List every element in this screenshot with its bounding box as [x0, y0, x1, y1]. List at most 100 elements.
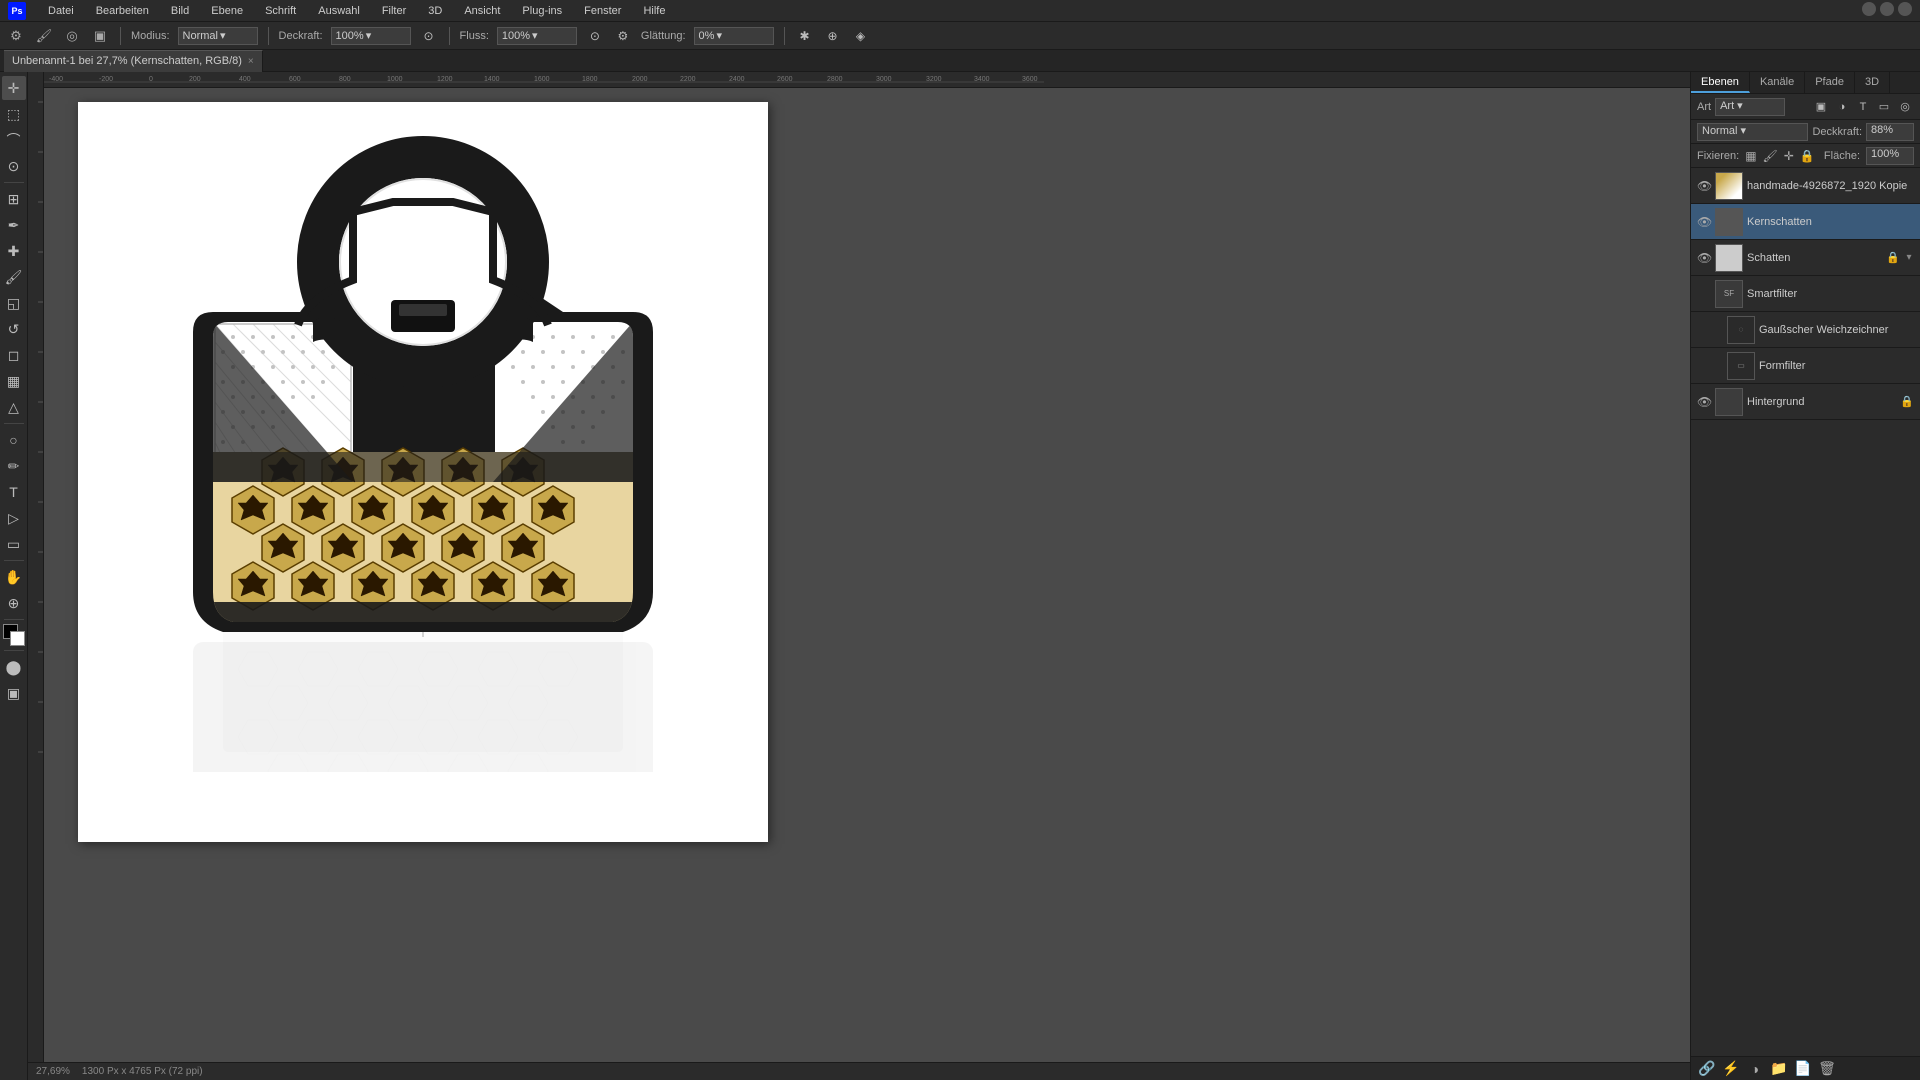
menu-auswahl[interactable]: Auswahl — [314, 3, 364, 19]
tab-pfade[interactable]: Pfade — [1805, 72, 1855, 93]
filter-shape-icon[interactable]: ▭ — [1875, 98, 1893, 116]
svg-text:2400: 2400 — [729, 76, 745, 83]
menu-fenster[interactable]: Fenster — [580, 3, 625, 19]
link-layers-button[interactable]: 🔗 — [1697, 1059, 1717, 1079]
quick-mask-tool[interactable]: ⬤ — [2, 655, 26, 679]
eye-icon-schatten[interactable]: 👁 — [1697, 251, 1711, 265]
menu-schrift[interactable]: Schrift — [261, 3, 300, 19]
tab-close-button[interactable]: × — [248, 56, 254, 67]
eraser-tool[interactable]: ◻ — [2, 343, 26, 367]
filter-pixel-icon[interactable]: ▣ — [1812, 98, 1830, 116]
brush-icon[interactable]: 🖌 — [34, 26, 54, 46]
layer-item-schatten[interactable]: 👁 Schatten 🔒 ▾ — [1691, 240, 1920, 276]
delete-layer-button[interactable]: 🗑 — [1817, 1059, 1837, 1079]
brush-size-icon[interactable]: ◎ — [62, 26, 82, 46]
flux-dropdown[interactable]: 100%▾ — [497, 27, 577, 45]
close-button[interactable] — [1898, 2, 1912, 16]
opacity-label: Deckkraft: — [1812, 126, 1862, 138]
new-layer-button[interactable]: 📄 — [1793, 1059, 1813, 1079]
dodge-tool[interactable]: ○ — [2, 428, 26, 452]
eye-icon-copy[interactable]: 👁 — [1697, 179, 1711, 193]
symmetry-icon[interactable]: ⊕ — [823, 26, 843, 46]
filter-type-icon[interactable]: T — [1854, 98, 1872, 116]
layer-name-smartfilter: Smartfilter — [1747, 288, 1914, 300]
thumb-kernschatten — [1715, 208, 1743, 236]
heal-tool[interactable]: ✚ — [2, 239, 26, 263]
eye-icon-hintergrund[interactable]: 👁 — [1697, 395, 1711, 409]
svg-text:600: 600 — [289, 76, 301, 83]
svg-text:2800: 2800 — [827, 76, 843, 83]
dither-dropdown[interactable]: 100%▾ — [331, 27, 411, 45]
path-select-tool[interactable]: ▷ — [2, 506, 26, 530]
lock-transparency-icon[interactable]: ▦ — [1745, 149, 1756, 163]
menu-bild[interactable]: Bild — [167, 3, 193, 19]
tab-ebenen[interactable]: Ebenen — [1691, 72, 1750, 93]
screen-mode-tool[interactable]: ▣ — [2, 681, 26, 705]
quick-select-tool[interactable]: ⊙ — [2, 154, 26, 178]
history-brush-tool[interactable]: ↺ — [2, 317, 26, 341]
dither-label: Deckraft: — [279, 30, 323, 42]
color-box[interactable] — [3, 624, 25, 646]
menu-hilfe[interactable]: Hilfe — [639, 3, 669, 19]
layer-item-copy[interactable]: 👁 handmade-4926872_1920 Kopie — [1691, 168, 1920, 204]
minimize-button[interactable] — [1862, 2, 1876, 16]
eyedropper-tool[interactable]: ✒ — [2, 213, 26, 237]
airbrush-icon[interactable]: ✱ — [795, 26, 815, 46]
zoom-tool[interactable]: ⊕ — [2, 591, 26, 615]
brush-hardness-icon[interactable]: ▣ — [90, 26, 110, 46]
lock-position-icon[interactable]: ✛ — [1784, 149, 1794, 163]
maximize-button[interactable] — [1880, 2, 1894, 16]
svg-text:1600: 1600 — [534, 76, 550, 83]
new-group-button[interactable]: 📁 — [1769, 1059, 1789, 1079]
mode-dropdown[interactable]: Normal▾ — [178, 27, 258, 45]
brush-tool[interactable]: 🖌 — [2, 265, 26, 289]
pressure-icon[interactable]: ◈ — [851, 26, 871, 46]
layer-item-smartfilter[interactable]: SF Smartfilter — [1691, 276, 1920, 312]
blending-mode-dropdown[interactable]: Normal ▾ — [1697, 123, 1808, 141]
lasso-tool[interactable]: ⌒ — [2, 128, 26, 152]
menu-datei[interactable]: Datei — [44, 3, 78, 19]
layer-item-hintergrund[interactable]: 👁 Hintergrund 🔒 — [1691, 384, 1920, 420]
lock-paint-icon[interactable]: 🖌 — [1763, 149, 1778, 163]
background-color[interactable] — [10, 631, 25, 646]
menu-plugins[interactable]: Plug-ins — [518, 3, 566, 19]
smoothing-icon[interactable]: ⚙ — [613, 26, 633, 46]
flux-icon[interactable]: ⊙ — [585, 26, 605, 46]
stamp-tool[interactable]: ◱ — [2, 291, 26, 315]
dither-icon[interactable]: ⊙ — [419, 26, 439, 46]
menu-ansicht[interactable]: Ansicht — [460, 3, 504, 19]
lock-all-icon[interactable]: 🔒 — [1800, 149, 1815, 163]
pen-tool[interactable]: ✏ — [2, 454, 26, 478]
smooth-dropdown[interactable]: 0%▾ — [694, 27, 774, 45]
filter-dropdown[interactable]: Art ▾ — [1715, 98, 1785, 116]
crop-tool[interactable]: ⊞ — [2, 187, 26, 211]
add-mask-button[interactable]: ◑ — [1745, 1059, 1765, 1079]
menu-ebene[interactable]: Ebene — [207, 3, 247, 19]
layer-item-formfilter[interactable]: ▭ Formfilter — [1691, 348, 1920, 384]
text-tool[interactable]: T — [2, 480, 26, 504]
expand-icon-schatten[interactable]: ▾ — [1904, 252, 1914, 263]
opacity-input[interactable]: 88% — [1866, 123, 1914, 141]
document-tab[interactable]: Unbenannt-1 bei 27,7% (Kernschatten, RGB… — [4, 50, 263, 72]
layer-item-gaussian[interactable]: ◌ Gaußscher Weichzeichner — [1691, 312, 1920, 348]
shape-tool[interactable]: ▭ — [2, 532, 26, 556]
move-tool[interactable]: ✛ — [2, 76, 26, 100]
brush-tool-icon[interactable]: ⚙ — [6, 26, 26, 46]
fill-input[interactable]: 100% — [1866, 147, 1914, 165]
tab-3d[interactable]: 3D — [1855, 72, 1890, 93]
blur-tool[interactable]: △ — [2, 395, 26, 419]
gradient-tool[interactable]: ▦ — [2, 369, 26, 393]
selection-tool[interactable]: ⬚ — [2, 102, 26, 126]
filter-smart-icon[interactable]: ◎ — [1896, 98, 1914, 116]
hand-tool[interactable]: ✋ — [2, 565, 26, 589]
eye-icon-kernschatten[interactable]: 👁 — [1697, 215, 1711, 229]
layers-panel: Art Art ▾ ▣ ◑ T ▭ ◎ Normal ▾ Deckkraft: … — [1691, 94, 1920, 1056]
menu-filter[interactable]: Filter — [378, 3, 410, 19]
menu-3d[interactable]: 3D — [424, 3, 446, 19]
filter-adj-icon[interactable]: ◑ — [1833, 98, 1851, 116]
add-style-button[interactable]: ⚡ — [1721, 1059, 1741, 1079]
tab-kanaele[interactable]: Kanäle — [1750, 72, 1805, 93]
layers-filter-bar: Art Art ▾ ▣ ◑ T ▭ ◎ — [1691, 94, 1920, 120]
menu-bearbeiten[interactable]: Bearbeiten — [92, 3, 153, 19]
layer-item-kernschatten[interactable]: 👁 Kernschatten — [1691, 204, 1920, 240]
